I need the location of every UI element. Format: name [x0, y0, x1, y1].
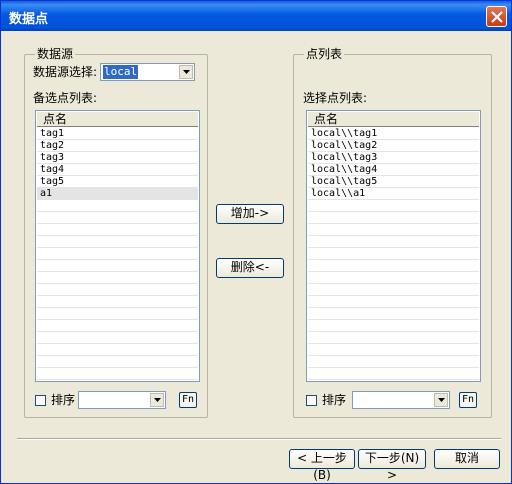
footer-divider	[17, 438, 501, 440]
table-row[interactable]	[308, 332, 479, 344]
candidate-point-list[interactable]: 点名 tag1 tag2 tag3 tag4 tag5 a1	[35, 110, 200, 382]
cancel-button[interactable]: 取消	[434, 449, 500, 469]
point-group-label: 点列表	[304, 47, 345, 61]
source-fn-button[interactable]: Fn	[179, 392, 197, 408]
table-row[interactable]: tag1	[37, 128, 198, 140]
table-row[interactable]	[37, 224, 198, 236]
source-sort-checkbox[interactable]	[35, 395, 46, 406]
table-row[interactable]: tag4	[37, 164, 198, 176]
table-row[interactable]	[308, 236, 479, 248]
table-row[interactable]	[308, 212, 479, 224]
selected-column-header-label: 点名	[314, 112, 339, 126]
table-row[interactable]	[37, 212, 198, 224]
source-select[interactable]: local	[100, 63, 195, 81]
table-row[interactable]: local\\tag2	[308, 140, 479, 152]
table-row[interactable]	[308, 260, 479, 272]
table-row[interactable]	[37, 236, 198, 248]
point-sort-checkbox[interactable]	[306, 395, 317, 406]
source-sort-select[interactable]	[78, 391, 166, 409]
source-select-label: 数据源选择:	[33, 65, 98, 79]
point-sort-label: 排序	[322, 393, 347, 407]
chevron-down-icon	[154, 398, 161, 402]
table-row[interactable]	[37, 284, 198, 296]
source-sort-label: 排序	[51, 393, 76, 407]
table-row[interactable]	[308, 368, 479, 380]
table-row[interactable]	[308, 284, 479, 296]
point-sort-select[interactable]	[352, 391, 450, 409]
table-row[interactable]	[37, 260, 198, 272]
point-fn-button[interactable]: Fn	[459, 392, 477, 408]
table-row[interactable]: local\\tag3	[308, 152, 479, 164]
table-row[interactable]: local\\a1	[308, 188, 479, 200]
table-row[interactable]: local\\tag1	[308, 128, 479, 140]
candidate-list-label: 备选点列表:	[33, 91, 98, 105]
table-row[interactable]: local\\tag5	[308, 176, 479, 188]
table-row[interactable]: a1	[37, 188, 198, 200]
table-row[interactable]	[308, 248, 479, 260]
candidate-column-header-label: 点名	[43, 112, 68, 126]
close-button[interactable]	[486, 6, 507, 27]
selected-point-list[interactable]: 点名 local\\tag1 local\\tag2 local\\tag3 loca…	[306, 110, 481, 382]
table-row[interactable]	[37, 320, 198, 332]
table-row[interactable]	[308, 224, 479, 236]
chevron-down-icon	[438, 398, 445, 402]
dialog-window: 数据点 数据源 数据源选择: local 备选点列表: 点名 tag1 tag2 t…	[0, 0, 512, 484]
selected-list-label: 选择点列表:	[303, 91, 368, 105]
selected-column-header[interactable]: 点名	[308, 112, 479, 127]
selected-rows: local\\tag1 local\\tag2 local\\tag3 local\\…	[308, 128, 479, 381]
table-row[interactable]: tag2	[37, 140, 198, 152]
table-row[interactable]	[37, 356, 198, 368]
table-row[interactable]	[308, 356, 479, 368]
source-select-value: local	[103, 65, 139, 79]
title-bar[interactable]: 数据点	[1, 1, 511, 31]
table-row[interactable]	[37, 368, 198, 380]
table-row[interactable]: local\\tag4	[308, 164, 479, 176]
next-button[interactable]: 下一步(N) >	[358, 449, 426, 482]
prev-button[interactable]: < 上一步(B)	[289, 449, 355, 482]
table-row[interactable]	[308, 344, 479, 356]
close-icon	[491, 11, 503, 23]
table-row[interactable]	[308, 320, 479, 332]
table-row[interactable]	[37, 272, 198, 284]
table-row[interactable]	[308, 272, 479, 284]
add-button[interactable]: 增加->	[216, 204, 284, 224]
table-row[interactable]	[37, 344, 198, 356]
table-row[interactable]	[308, 296, 479, 308]
table-row[interactable]	[37, 248, 198, 260]
table-row[interactable]	[308, 200, 479, 212]
table-row[interactable]	[37, 332, 198, 344]
remove-button[interactable]: 删除<-	[216, 258, 284, 278]
table-row[interactable]: tag3	[37, 152, 198, 164]
source-select-arrow[interactable]	[179, 65, 193, 79]
table-row[interactable]	[308, 308, 479, 320]
candidate-rows: tag1 tag2 tag3 tag4 tag5 a1	[37, 128, 198, 381]
table-row[interactable]: tag5	[37, 176, 198, 188]
table-row[interactable]	[37, 200, 198, 212]
point-sort-arrow[interactable]	[434, 393, 448, 407]
source-group-label: 数据源	[35, 47, 76, 61]
chevron-down-icon	[183, 70, 190, 74]
table-row[interactable]	[37, 308, 198, 320]
table-row[interactable]	[37, 296, 198, 308]
candidate-column-header[interactable]: 点名	[37, 112, 198, 127]
window-title: 数据点	[9, 12, 49, 27]
source-sort-arrow[interactable]	[150, 393, 164, 407]
